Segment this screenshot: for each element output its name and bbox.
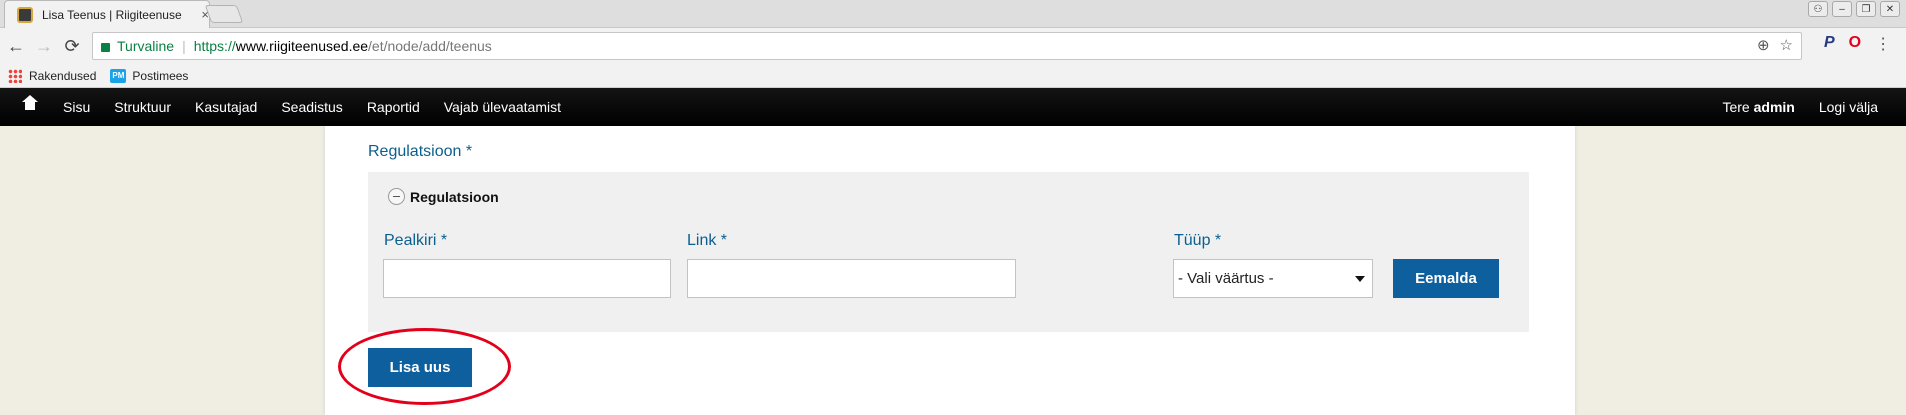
regulation-fieldset: Regulatsioon Pealkiri * Link * Tüüp * - … [368,172,1529,332]
back-icon[interactable]: ← [4,34,28,58]
user-greeting[interactable]: Tere admin [1710,88,1806,126]
bookmark-label: Rakendused [29,68,97,83]
forward-icon[interactable]: → [32,34,56,58]
extension-icons: P O ⋮ [1824,34,1891,54]
bookmarks-bar: Rakendused PM Postimees [0,64,1906,88]
bookmark-apps[interactable]: Rakendused [8,68,97,83]
link-field-label: Link * [687,232,728,249]
restore-icon[interactable]: ❐ [1856,1,1876,17]
apps-icon [8,68,22,83]
opera-extension-icon[interactable]: O [1849,34,1861,54]
security-label: Turvaline [117,38,175,54]
bookmark-star-icon[interactable]: ☆ [1780,36,1793,54]
url-scheme: https:// [193,38,236,54]
collapse-minus-icon[interactable] [388,188,405,205]
fieldset-legend[interactable]: Regulatsioon [388,188,499,205]
title-field-label: Pealkiri * [384,232,448,249]
menu-item-structure[interactable]: Struktuur [102,88,183,126]
browser-menu-icon[interactable]: ⋮ [1875,34,1891,54]
menu-item-needs-review[interactable]: Vajab ülevaatamist [432,88,573,126]
minimize-icon[interactable]: – [1832,1,1852,17]
type-select[interactable]: - Vali väärtus - [1173,259,1373,298]
address-separator: | [182,38,186,54]
menu-item-users[interactable]: Kasutajad [183,88,269,126]
browser-tab-bar: Lisa Teenus | Riigiteenuse × ⚇ – ❐ ✕ [0,0,1906,28]
zoom-icon[interactable]: ⊕ [1757,36,1770,54]
add-new-button[interactable]: Lisa uus [368,348,472,387]
tab-title: Lisa Teenus | Riigiteenuse [42,7,182,22]
url-path: /et/node/add/teenus [368,38,492,54]
paypal-extension-icon[interactable]: P [1824,34,1835,54]
node-form: Regulatsioon * Regulatsioon Pealkiri * L… [325,126,1575,415]
greeting-prefix: Tere [1722,99,1754,115]
user-menu: Tere admin Logi välja [1710,88,1890,126]
link-input[interactable] [687,259,1016,298]
address-bar[interactable]: Turvaline | https://www.riigiteenused.ee… [92,32,1802,60]
close-window-icon[interactable]: ✕ [1880,1,1900,17]
regulation-section-label: Regulatsioon * [368,143,473,160]
username: admin [1753,99,1795,115]
browser-tab[interactable]: Lisa Teenus | Riigiteenuse × [4,0,210,28]
chevron-down-icon [1355,276,1365,282]
bookmark-label: Postimees [132,68,189,83]
postimees-icon: PM [110,68,127,83]
bookmark-postimees[interactable]: PM Postimees [110,68,189,83]
url-host: www.riigiteenused.ee [235,38,369,54]
fieldset-legend-label: Regulatsioon [410,188,499,205]
menu-item-content[interactable]: Sisu [51,88,102,126]
omnibox-actions: ⊕ ☆ [1757,36,1793,54]
browser-toolbar: ← → ⟳ Turvaline | https://www.riigiteenu… [0,28,1906,64]
remove-button[interactable]: Eemalda [1393,259,1499,298]
site-favicon-icon [17,6,33,23]
logout-link[interactable]: Logi välja [1807,88,1890,126]
window-controls: ⚇ – ❐ ✕ [1808,1,1900,17]
user-profile-icon[interactable]: ⚇ [1808,1,1828,17]
new-tab-button[interactable] [204,5,244,23]
type-select-value: - Vali väärtus - [1178,270,1274,287]
menu-item-configuration[interactable]: Seadistus [269,88,354,126]
admin-menu-bar: Sisu Struktuur Kasutajad Seadistus Rapor… [0,88,1906,126]
type-field-label: Tüüp * [1174,232,1222,249]
lock-icon [101,42,110,52]
home-icon[interactable] [22,95,38,113]
title-input[interactable] [383,259,671,298]
menu-item-reports[interactable]: Raportid [355,88,432,126]
reload-icon[interactable]: ⟳ [60,34,84,58]
